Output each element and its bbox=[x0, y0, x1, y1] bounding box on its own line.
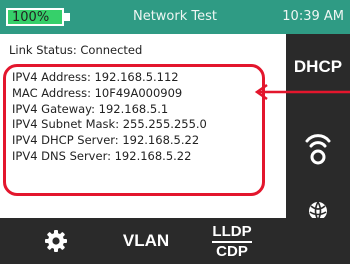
screen: 100% Network Test 10:39 AM Link Status: … bbox=[0, 0, 350, 264]
lldp-label: LLDP bbox=[212, 223, 252, 243]
bottom-bar: VLAN LLDP CDP bbox=[0, 218, 350, 264]
ipv4-dns-server: IPV4 DNS Server: 192.168.5.22 bbox=[12, 148, 192, 163]
vlan-button[interactable]: VLAN bbox=[118, 218, 174, 264]
settings-button[interactable] bbox=[36, 218, 76, 264]
wifi-button[interactable] bbox=[286, 128, 350, 172]
right-panel: DHCP bbox=[286, 34, 350, 221]
network-info-list: IPV4 Address: 192.168.5.112 MAC Address:… bbox=[12, 70, 207, 165]
link-status: Link Status: Connected bbox=[9, 43, 143, 57]
status-bar: 100% Network Test 10:39 AM bbox=[0, 0, 350, 34]
main-content: Link Status: Connected IPV4 Address: 192… bbox=[0, 34, 286, 218]
gear-icon bbox=[45, 230, 67, 252]
wifi-icon bbox=[305, 134, 331, 165]
ipv4-gateway: IPV4 Gateway: 192.168.5.1 bbox=[12, 101, 169, 116]
ipv4-subnet-mask: IPV4 Subnet Mask: 255.255.255.0 bbox=[12, 117, 207, 132]
ipv4-address: IPV4 Address: 192.168.5.112 bbox=[12, 70, 179, 84]
clock: 10:39 AM bbox=[282, 9, 344, 24]
dhcp-button[interactable]: DHCP bbox=[286, 50, 350, 84]
arrow-left-icon bbox=[254, 83, 350, 101]
mac-address: MAC Address: 10F49A000909 bbox=[12, 85, 183, 100]
lldp-cdp-button[interactable]: LLDP CDP bbox=[206, 218, 258, 264]
highlight-box: IPV4 Address: 192.168.5.112 MAC Address:… bbox=[3, 64, 265, 196]
ipv4-dhcp-server: IPV4 DHCP Server: 192.168.5.22 bbox=[12, 133, 200, 148]
cdp-label: CDP bbox=[216, 242, 248, 260]
